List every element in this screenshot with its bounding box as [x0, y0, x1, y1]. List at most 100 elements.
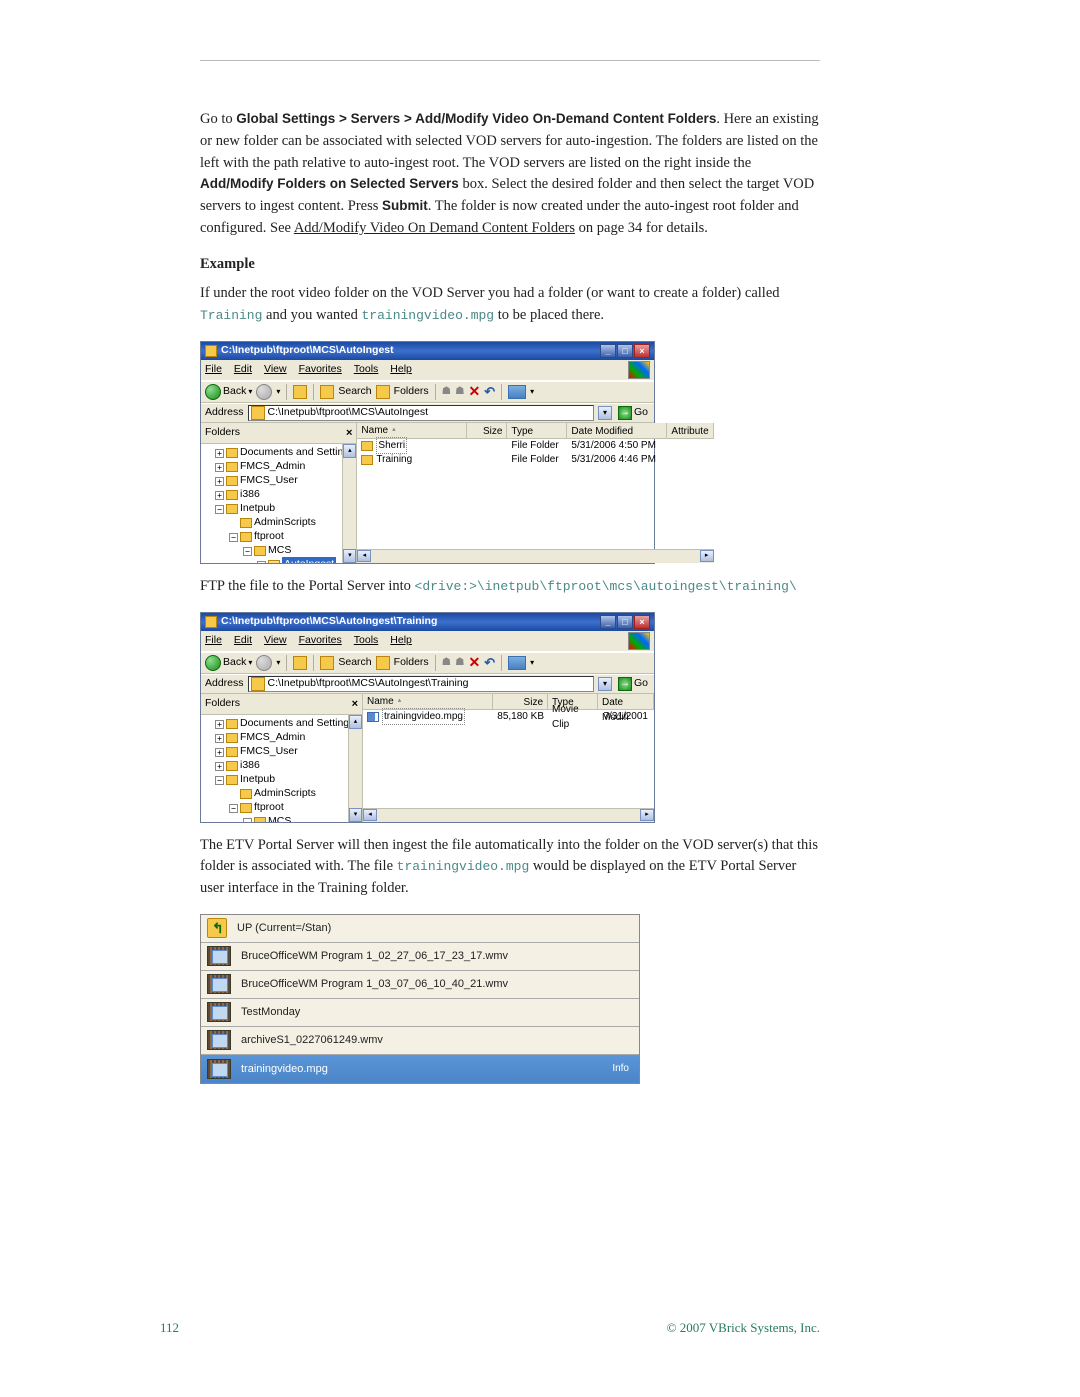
forward-button[interactable]	[256, 384, 272, 400]
go-button[interactable]: → Go	[616, 676, 650, 692]
expander-icon[interactable]: −	[229, 533, 238, 542]
forward-button[interactable]	[256, 655, 272, 671]
scroll-down-icon[interactable]: ▾	[343, 549, 356, 563]
undo-icon[interactable]: ↶	[484, 382, 495, 402]
scroll-down-icon[interactable]: ▾	[349, 808, 362, 822]
menu-favorites[interactable]: Favorites	[299, 633, 342, 649]
col-date[interactable]: Date Modified	[567, 423, 667, 438]
col-size[interactable]: Size	[467, 423, 507, 438]
folders-close-icon[interactable]: ×	[352, 696, 358, 713]
folders-button[interactable]: Folders	[394, 655, 429, 671]
undo-icon[interactable]: ↶	[484, 653, 495, 673]
expander-icon[interactable]: +	[215, 491, 224, 500]
delete-icon[interactable]: ✕	[469, 652, 481, 673]
scroll-right-icon[interactable]: ▸	[700, 550, 714, 562]
menu-view[interactable]: View	[264, 633, 287, 649]
titlebar[interactable]: C:\Inetpub\ftproot\MCS\AutoIngest\Traini…	[201, 613, 654, 631]
info-link[interactable]: Info	[612, 1061, 629, 1076]
go-button[interactable]: → Go	[616, 405, 650, 421]
expander-icon[interactable]: −	[215, 505, 224, 514]
move-icon[interactable]: ☗	[442, 655, 451, 671]
col-type[interactable]: Type	[507, 423, 567, 438]
address-dropdown[interactable]: ▾	[598, 677, 612, 691]
tree-scrollbar[interactable]: ▴ ▾	[348, 715, 362, 822]
expander-icon[interactable]: +	[215, 449, 224, 458]
folder-tree[interactable]: +Documents and Settings +FMCS_Admin +FMC…	[201, 715, 362, 822]
close-button[interactable]: ×	[634, 344, 650, 358]
minimize-button[interactable]: _	[600, 344, 616, 358]
menu-help[interactable]: Help	[390, 633, 412, 649]
scroll-up-icon[interactable]: ▴	[349, 715, 362, 729]
menu-file[interactable]: File	[205, 633, 222, 649]
scroll-left-icon[interactable]: ◂	[363, 809, 377, 821]
up-icon[interactable]	[293, 385, 307, 399]
titlebar[interactable]: C:\Inetpub\ftproot\MCS\AutoIngest _ □ ×	[201, 342, 654, 360]
menu-file[interactable]: File	[205, 362, 222, 378]
expander-icon[interactable]: −	[215, 776, 224, 785]
up-icon[interactable]	[293, 656, 307, 670]
scroll-left-icon[interactable]: ◂	[357, 550, 371, 562]
views-icon[interactable]	[508, 656, 526, 670]
list-row[interactable]: trainingvideo.mpg 85,180 KB Movie Clip 7…	[363, 710, 654, 724]
close-button[interactable]: ×	[634, 615, 650, 629]
file-list[interactable]: Name▴ Size Type Date Modifi trainingvide…	[363, 694, 654, 822]
expander-icon[interactable]: −	[229, 804, 238, 813]
address-dropdown[interactable]: ▾	[598, 406, 612, 420]
expander-icon[interactable]: +	[215, 477, 224, 486]
folder-tree[interactable]: +Documents and Settings +FMCS_Admin +FMC…	[201, 444, 356, 563]
search-button[interactable]: Search	[338, 384, 371, 400]
list-scrollbar-h[interactable]: ◂ ▸	[363, 808, 654, 822]
expander-icon[interactable]: −	[243, 547, 252, 556]
expander-icon[interactable]: +	[215, 734, 224, 743]
copy-icon[interactable]: ☗	[455, 384, 464, 400]
search-button[interactable]: Search	[338, 655, 371, 671]
link-add-modify[interactable]: Add/Modify Video On Demand Content Folde…	[294, 220, 575, 236]
expander-icon[interactable]: +	[215, 748, 224, 757]
folders-button[interactable]: Folders	[394, 384, 429, 400]
scroll-up-icon[interactable]: ▴	[343, 444, 356, 458]
address-input[interactable]: C:\Inetpub\ftproot\MCS\AutoIngest	[248, 405, 594, 421]
portal-row[interactable]: TestMonday	[201, 999, 639, 1027]
expander-icon[interactable]: −	[257, 561, 266, 563]
menu-edit[interactable]: Edit	[234, 362, 252, 378]
tree-scrollbar[interactable]: ▴ ▾	[342, 444, 356, 563]
folders-close-icon[interactable]: ×	[346, 425, 352, 442]
address-input[interactable]: C:\Inetpub\ftproot\MCS\AutoIngest\Traini…	[248, 676, 594, 692]
views-icon[interactable]	[508, 385, 526, 399]
col-size[interactable]: Size	[493, 694, 548, 709]
list-scrollbar-h[interactable]: ◂ ▸	[357, 549, 713, 563]
expander-icon[interactable]: −	[243, 818, 252, 822]
menu-edit[interactable]: Edit	[234, 633, 252, 649]
menu-view[interactable]: View	[264, 362, 287, 378]
col-attr[interactable]: Attribute	[667, 423, 713, 438]
portal-row[interactable]: archiveS1_0227061249.wmv	[201, 1027, 639, 1055]
list-row[interactable]: Training File Folder 5/31/2006 4:46 PM	[357, 453, 713, 467]
expander-icon[interactable]: +	[215, 463, 224, 472]
copy-icon[interactable]: ☗	[455, 655, 464, 671]
expander-icon[interactable]: +	[215, 762, 224, 771]
portal-row[interactable]: BruceOfficeWM Program 1_03_07_06_10_40_2…	[201, 971, 639, 999]
col-name[interactable]: Name▴	[363, 694, 493, 709]
portal-row-selected[interactable]: trainingvideo.mpg Info	[201, 1055, 639, 1083]
col-name[interactable]: Name▴	[357, 423, 467, 438]
scroll-right-icon[interactable]: ▸	[640, 809, 654, 821]
minimize-button[interactable]: _	[600, 615, 616, 629]
expander-icon[interactable]: +	[215, 720, 224, 729]
tree-selected[interactable]: AutoIngest	[282, 557, 336, 562]
menu-tools[interactable]: Tools	[354, 633, 379, 649]
menu-tools[interactable]: Tools	[354, 362, 379, 378]
menu-help[interactable]: Help	[390, 362, 412, 378]
move-icon[interactable]: ☗	[442, 384, 451, 400]
delete-icon[interactable]: ✕	[469, 381, 481, 402]
portal-up-row[interactable]: UP (Current=/Stan)	[201, 915, 639, 943]
list-row[interactable]: Sherri File Folder 5/31/2006 4:50 PM	[357, 439, 713, 453]
file-list[interactable]: Name▴ Size Type Date Modified Attribute …	[357, 423, 713, 563]
col-date[interactable]: Date Modifi	[598, 694, 654, 709]
portal-row[interactable]: BruceOfficeWM Program 1_02_27_06_17_23_1…	[201, 943, 639, 971]
maximize-button[interactable]: □	[617, 615, 633, 629]
toolbar: Back ▾ ▾ Search Folders ☗ ☗ ✕ ↶ ▾	[201, 381, 654, 403]
back-button[interactable]: Back ▾	[205, 655, 252, 671]
back-button[interactable]: Back ▾	[205, 384, 252, 400]
menu-favorites[interactable]: Favorites	[299, 362, 342, 378]
maximize-button[interactable]: □	[617, 344, 633, 358]
